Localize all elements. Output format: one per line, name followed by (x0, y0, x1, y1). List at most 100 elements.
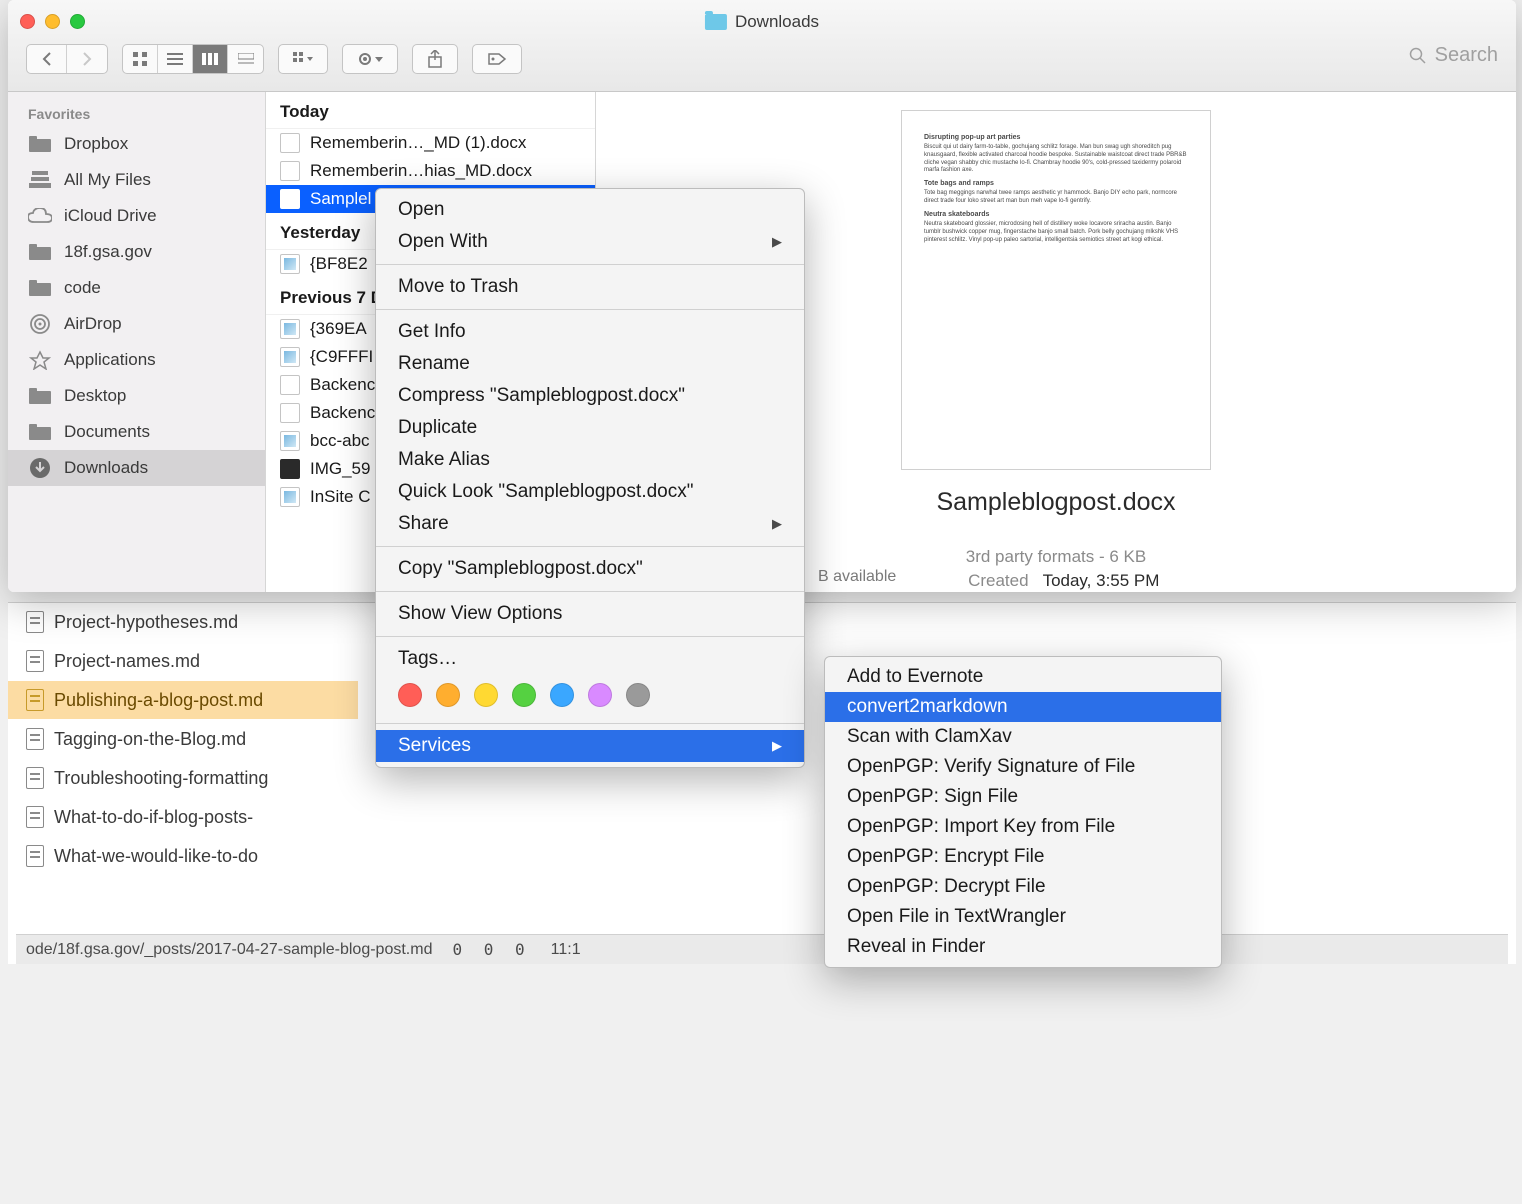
file-row[interactable]: Rememberin…hias_MD.docx (266, 157, 595, 185)
menu-tags[interactable]: Tags… (376, 643, 804, 675)
titlebar: Downloads Search (8, 0, 1516, 92)
chevron-right-icon: ▶ (772, 234, 782, 250)
sidebar-label: Documents (64, 422, 150, 442)
menu-open[interactable]: Open (376, 194, 804, 226)
service-openpgp-verify[interactable]: OpenPGP: Verify Signature of File (825, 752, 1221, 782)
preview-doc-heading: Disrupting pop-up art parties (924, 133, 1188, 142)
menu-services[interactable]: Services▶ (376, 730, 804, 762)
menu-copy[interactable]: Copy "Sampleblogpost.docx" (376, 553, 804, 585)
editor-file-row[interactable]: Project-hypotheses.md (8, 603, 358, 642)
editor-file-name: What-to-do-if-blog-posts- (54, 807, 253, 828)
tags-button[interactable] (472, 44, 522, 74)
service-openpgp-decrypt[interactable]: OpenPGP: Decrypt File (825, 872, 1221, 902)
all-files-icon (28, 170, 52, 190)
menu-show-view-options[interactable]: Show View Options (376, 598, 804, 630)
file-name: IMG_59 (310, 459, 370, 479)
sidebar-item-icloud[interactable]: iCloud Drive (8, 198, 265, 234)
editor-file-row[interactable]: Troubleshooting-formatting (8, 759, 358, 798)
chevron-right-icon: ▶ (772, 516, 782, 532)
toolbar (26, 44, 522, 74)
tag-blue[interactable] (550, 683, 574, 707)
service-open-textwrangler[interactable]: Open File in TextWrangler (825, 902, 1221, 932)
sidebar-label: iCloud Drive (64, 206, 157, 226)
sidebar-label: Downloads (64, 458, 148, 478)
sidebar-label: All My Files (64, 170, 151, 190)
preview-metadata: 3rd party formats - 6 KB Created Today, … (953, 547, 1160, 591)
status-bar-available: B available (818, 568, 896, 586)
preview-created-label: Created (953, 571, 1029, 591)
tag-yellow[interactable] (474, 683, 498, 707)
zoom-button[interactable] (70, 14, 85, 29)
search-icon (1409, 47, 1427, 65)
editor-file-name: Project-names.md (54, 651, 200, 672)
sidebar-item-dropbox[interactable]: Dropbox (8, 126, 265, 162)
tag-green[interactable] (512, 683, 536, 707)
folder-icon (28, 386, 52, 406)
service-convert2markdown[interactable]: convert2markdown (825, 692, 1221, 722)
menu-open-with[interactable]: Open With▶ (376, 226, 804, 258)
sidebar-item-airdrop[interactable]: AirDrop (8, 306, 265, 342)
sidebar-label: Desktop (64, 386, 126, 406)
sidebar-item-desktop[interactable]: Desktop (8, 378, 265, 414)
service-openpgp-sign[interactable]: OpenPGP: Sign File (825, 782, 1221, 812)
file-name: InSite C (310, 487, 370, 507)
file-row[interactable]: Rememberin…_MD (1).docx (266, 129, 595, 157)
icon-view-button[interactable] (123, 45, 158, 73)
menu-move-to-trash[interactable]: Move to Trash (376, 271, 804, 303)
share-button[interactable] (412, 44, 458, 74)
service-reveal-in-finder[interactable]: Reveal in Finder (825, 932, 1221, 962)
document-icon (26, 767, 44, 789)
column-view-button[interactable] (193, 45, 228, 73)
menu-rename[interactable]: Rename (376, 348, 804, 380)
list-view-button[interactable] (158, 45, 193, 73)
sidebar-heading-favorites: Favorites (8, 100, 265, 126)
editor-file-row[interactable]: Project-names.md (8, 642, 358, 681)
tag-purple[interactable] (588, 683, 612, 707)
arrange-button[interactable] (278, 44, 328, 74)
sidebar-item-applications[interactable]: Applications (8, 342, 265, 378)
folder-icon (28, 242, 52, 262)
tag-orange[interactable] (436, 683, 460, 707)
editor-file-row[interactable]: Tagging-on-the-Blog.md (8, 720, 358, 759)
sidebar-item-all-files[interactable]: All My Files (8, 162, 265, 198)
minimize-button[interactable] (45, 14, 60, 29)
sidebar-item-documents[interactable]: Documents (8, 414, 265, 450)
editor-file-name: Publishing-a-blog-post.md (54, 690, 263, 711)
service-openpgp-import[interactable]: OpenPGP: Import Key from File (825, 812, 1221, 842)
menu-duplicate[interactable]: Duplicate (376, 412, 804, 444)
menu-quick-look[interactable]: Quick Look "Sampleblogpost.docx" (376, 476, 804, 508)
action-button[interactable] (342, 44, 398, 74)
menu-get-info[interactable]: Get Info (376, 316, 804, 348)
service-add-to-evernote[interactable]: Add to Evernote (825, 662, 1221, 692)
preview-created-value: Today, 3:55 PM (1043, 571, 1160, 591)
chevron-right-icon: ▶ (772, 738, 782, 754)
close-button[interactable] (20, 14, 35, 29)
editor-file-row[interactable]: What-we-would-like-to-do (8, 837, 358, 876)
context-menu: Open Open With▶ Move to Trash Get Info R… (375, 188, 805, 768)
sidebar-item-downloads[interactable]: Downloads (8, 450, 265, 486)
back-button[interactable] (27, 45, 67, 73)
tag-gray[interactable] (626, 683, 650, 707)
preview-doc-heading: Neutra skateboards (924, 210, 1188, 219)
document-icon (280, 403, 300, 423)
services-submenu: Add to Evernote convert2markdown Scan wi… (824, 656, 1222, 968)
editor-file-row[interactable]: What-to-do-if-blog-posts- (8, 798, 358, 837)
menu-separator (376, 546, 804, 547)
forward-button[interactable] (67, 45, 107, 73)
tag-red[interactable] (398, 683, 422, 707)
preview-thumbnail[interactable]: Disrupting pop-up art parties Biscuit qu… (901, 110, 1211, 470)
document-icon (26, 689, 44, 711)
menu-share[interactable]: Share▶ (376, 508, 804, 540)
menu-make-alias[interactable]: Make Alias (376, 444, 804, 476)
document-icon (280, 375, 300, 395)
coverflow-view-button[interactable] (228, 45, 263, 73)
menu-separator (376, 309, 804, 310)
service-scan-clamxav[interactable]: Scan with ClamXav (825, 722, 1221, 752)
service-openpgp-encrypt[interactable]: OpenPGP: Encrypt File (825, 842, 1221, 872)
editor-status-position: 11:1 (551, 941, 581, 959)
editor-file-row[interactable]: Publishing-a-blog-post.md (8, 681, 358, 720)
sidebar-item-code[interactable]: code (8, 270, 265, 306)
menu-compress[interactable]: Compress "Sampleblogpost.docx" (376, 380, 804, 412)
sidebar-item-18f[interactable]: 18f.gsa.gov (8, 234, 265, 270)
search-field[interactable]: Search (1409, 44, 1498, 67)
